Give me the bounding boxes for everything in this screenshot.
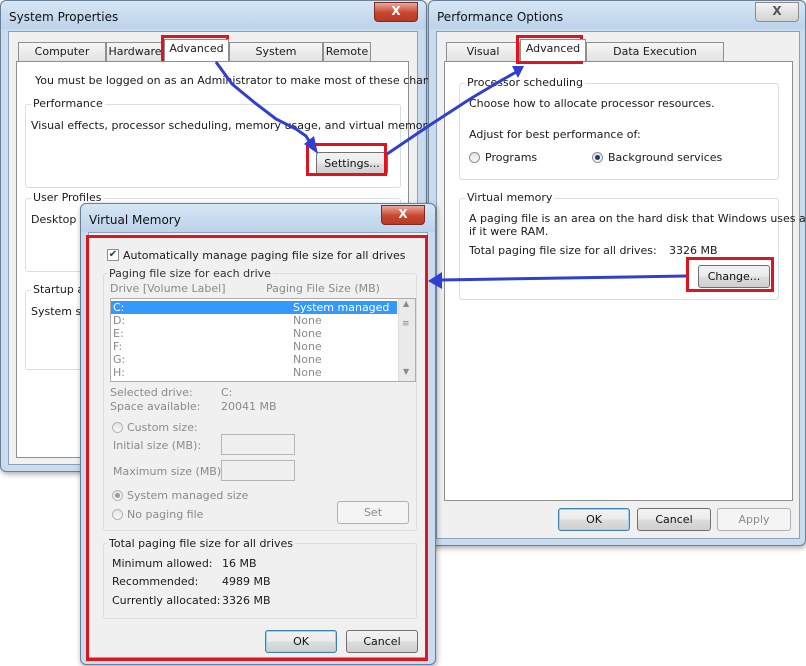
annotation-arrows [214,61,687,289]
arrow-to-settings [214,61,318,154]
tab-advanced[interactable]: Advanced [520,39,586,61]
tab-advanced[interactable]: Advanced [164,39,229,61]
arrow-change-to-virtual-memory [428,272,687,289]
arrow-to-performance-advanced-tab [386,66,524,156]
